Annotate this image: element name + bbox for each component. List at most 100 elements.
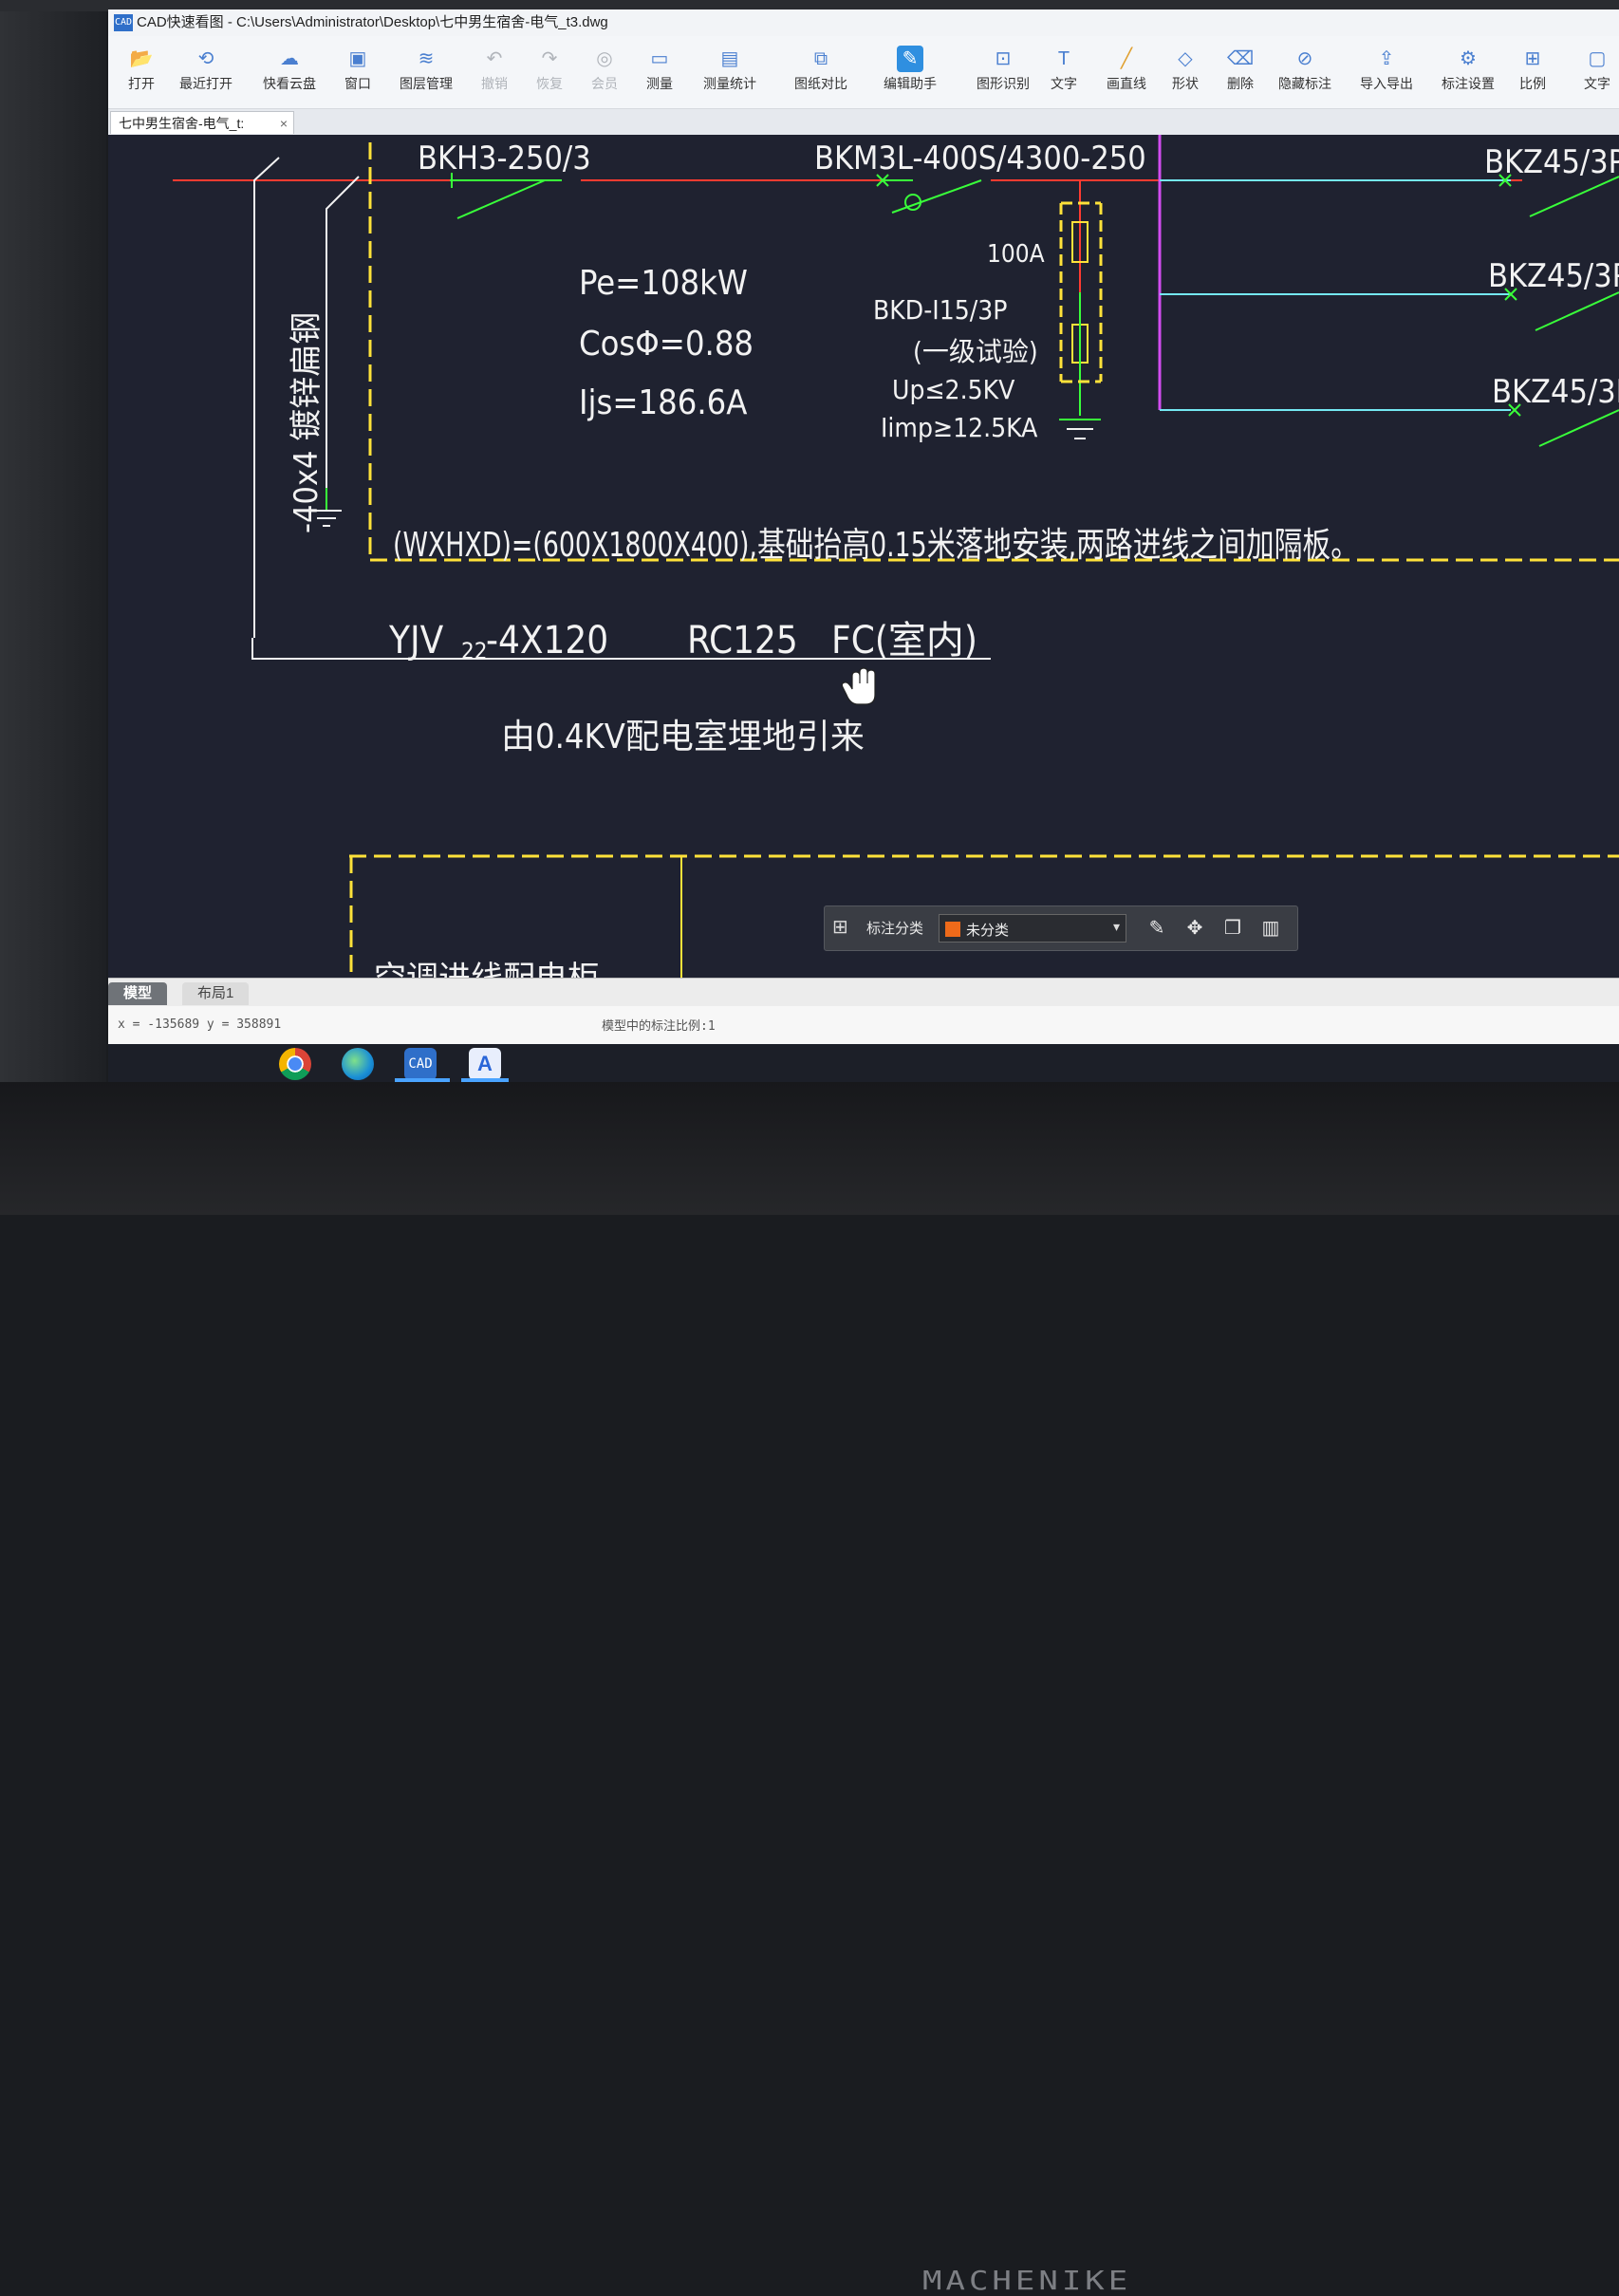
move-icon[interactable]: ✥	[1182, 915, 1208, 942]
toolbar: 📂 打开 ⟲ 最近打开 ☁ 快看云盘 ▣ 窗口 ≋ 图层管理 ↶ 撤销 ↷ 恢复 ◎ 会员 ▭ 测…	[108, 36, 1619, 109]
recent-button[interactable]: ⟲ 最近打开	[173, 42, 239, 104]
drawing-canvas[interactable]: BKH3-250/3 BKM3L-400S/4300-250 BKZ45/3P …	[108, 135, 1619, 978]
paste-icon[interactable]: ▥	[1257, 915, 1284, 942]
close-icon[interactable]: ×	[280, 112, 288, 134]
draw-line-label: 画直线	[1107, 76, 1146, 91]
compare-button[interactable]: ⧉ 图纸对比	[788, 42, 854, 104]
vip-icon: ◎	[596, 48, 613, 69]
measure-stats-button[interactable]: ▤ 测量统计	[697, 42, 763, 104]
hand-cursor-icon	[841, 667, 876, 705]
annotation-category-label: 标注分类	[866, 921, 924, 937]
category-color-swatch	[945, 922, 960, 937]
annotation-settings-button[interactable]: ⚙ 标注设置	[1435, 42, 1501, 104]
status-bar: x = -135689 y = 358891 模型中的标注比例:1	[108, 1006, 1619, 1044]
import-export-icon: ⇪	[1378, 48, 1395, 69]
hide-annotation-button[interactable]: ⊘ 隐藏标注	[1272, 42, 1338, 104]
layers-button[interactable]: ≋ 图层管理	[393, 42, 459, 104]
chevron-down-icon: ▾	[1112, 919, 1120, 934]
recent-label: 最近打开	[179, 76, 233, 91]
document-tab-label: 七中男生宿舍-电气_t:	[119, 116, 245, 131]
draw-line-button[interactable]: ╱ 画直线	[1093, 42, 1160, 104]
source-label: 由0.4KV配电室埋地引来	[501, 718, 865, 756]
spd-up-label: Up≤2.5KV	[892, 374, 1015, 405]
cable-size-label: -4X120	[486, 619, 608, 663]
window-button[interactable]: ▣ 窗口	[325, 42, 391, 104]
tab-model[interactable]: 模型	[108, 982, 168, 1005]
compare-icon: ⧉	[813, 48, 828, 69]
shape-recognize-button[interactable]: ⊡ 图形识别	[970, 42, 1036, 104]
spd-class-label: (一级试验)	[913, 336, 1038, 367]
ground-wire-inner	[326, 176, 360, 495]
grid-icon[interactable]: ⊞	[832, 917, 853, 938]
edit-assistant-label: 编辑助手	[884, 76, 937, 91]
cos-label: CosΦ=0.88	[579, 325, 754, 364]
chrome-icon[interactable]	[279, 1048, 311, 1080]
edit-assistant-icon: ✎	[897, 46, 923, 72]
layers-label: 图层管理	[400, 76, 453, 91]
compare-label: 图纸对比	[794, 76, 847, 91]
cable-sub-label: 22	[461, 638, 487, 664]
layout-tab-bar: 模型 布局1	[108, 978, 1619, 1007]
scale-button[interactable]: ⊞ 比例	[1499, 42, 1566, 104]
annotation-scale-status: 模型中的标注比例:1	[602, 1019, 716, 1034]
spd-model-label: BKD-Ⅰ15/3P	[873, 294, 1007, 326]
cursor-coordinates: x = -135689 y = 358891	[118, 1017, 282, 1032]
window-icon: ▣	[348, 48, 367, 69]
breaker-main-label: BKH3-250/3	[418, 140, 591, 177]
measure-button[interactable]: ▭ 测量	[626, 42, 693, 104]
edge-icon[interactable]	[342, 1048, 374, 1080]
laying-label: FC(室内)	[831, 619, 977, 663]
folder-open-icon: 📂	[129, 48, 154, 69]
edit-assistant-button[interactable]: ✎ 编辑助手	[877, 42, 943, 104]
text-panel-button[interactable]: ▢ 文字	[1564, 42, 1619, 104]
screen: CAD CAD快速看图 - C:\Users\Administrator\Des…	[108, 9, 1619, 1082]
hide-annotation-label: 隐藏标注	[1278, 76, 1331, 91]
next-panel-label: 空调进线配电柜	[374, 960, 600, 978]
taskbar: CAD A	[108, 1044, 1619, 1082]
measure-stats-label: 测量统计	[703, 76, 756, 91]
line-icon: ╱	[1120, 48, 1133, 69]
import-export-button[interactable]: ⇪ 导入导出	[1353, 42, 1420, 104]
annotation-toolbar: ⊞ 标注分类 未分类 ▾ ✎ ✥ ❐ ▥	[824, 905, 1298, 951]
import-export-label: 导入导出	[1360, 76, 1413, 91]
document-tab[interactable]: 七中男生宿舍-电气_t: ×	[110, 111, 294, 134]
branch-3-label: BKZ45/3P	[1492, 373, 1619, 411]
conduit-label: RC125	[687, 619, 798, 663]
tab-layout1[interactable]: 布局1	[182, 982, 250, 1005]
title-bar: CAD CAD快速看图 - C:\Users\Administrator\Des…	[108, 9, 1619, 36]
text-button[interactable]: T 文字	[1031, 42, 1097, 104]
cabinet-note: (WXHXD)=(600X1800X400),基础抬高0.15米落地安装,两路进…	[393, 526, 1359, 565]
measure-label: 测量	[646, 76, 673, 91]
layers-icon: ≋	[418, 48, 435, 69]
cloud-icon: ☁	[280, 48, 299, 69]
monitor-brand-logo: MACHENIKE	[922, 2266, 1132, 2296]
edit-icon[interactable]: ✎	[1144, 915, 1170, 942]
monitor-bezel-left	[0, 0, 106, 1215]
window-label: 窗口	[344, 76, 371, 91]
app-a-icon[interactable]: A	[469, 1048, 501, 1080]
shape-icon: ◇	[1178, 48, 1193, 69]
measure-stats-icon: ▤	[720, 48, 739, 69]
eraser-icon: ⌫	[1227, 48, 1255, 69]
fuse-rating-label: 100A	[987, 240, 1045, 269]
delete-button[interactable]: ⌫ 删除	[1207, 42, 1274, 104]
text-label: 文字	[1051, 76, 1077, 91]
redo-icon: ↷	[541, 48, 558, 69]
text-panel-icon: ▢	[1588, 48, 1607, 69]
branch-1-blade	[1529, 176, 1619, 217]
branch-1-label: BKZ45/3P	[1484, 143, 1619, 181]
open-button[interactable]: 📂 打开	[108, 42, 175, 104]
cad-viewer-icon[interactable]: CAD	[404, 1048, 437, 1080]
spd-iimp-label: Iimp≥12.5KA	[881, 412, 1038, 443]
annotation-category-select[interactable]: 未分类 ▾	[939, 914, 1126, 943]
cloud-button[interactable]: ☁ 快看云盘	[256, 42, 323, 104]
window-title: CAD快速看图 - C:\Users\Administrator\Desktop…	[137, 14, 608, 30]
annotation-category-value: 未分类	[966, 923, 1010, 939]
cable-type-label: YJV	[388, 619, 444, 663]
branch-2-label: BKZ45/3P	[1488, 257, 1619, 295]
breaker-2-label: BKM3L-400S/4300-250	[814, 140, 1146, 177]
text-panel-label: 文字	[1584, 76, 1610, 91]
copy-icon[interactable]: ❐	[1219, 915, 1246, 942]
branch-3-blade	[1538, 409, 1619, 447]
undo-icon: ↶	[486, 48, 503, 69]
